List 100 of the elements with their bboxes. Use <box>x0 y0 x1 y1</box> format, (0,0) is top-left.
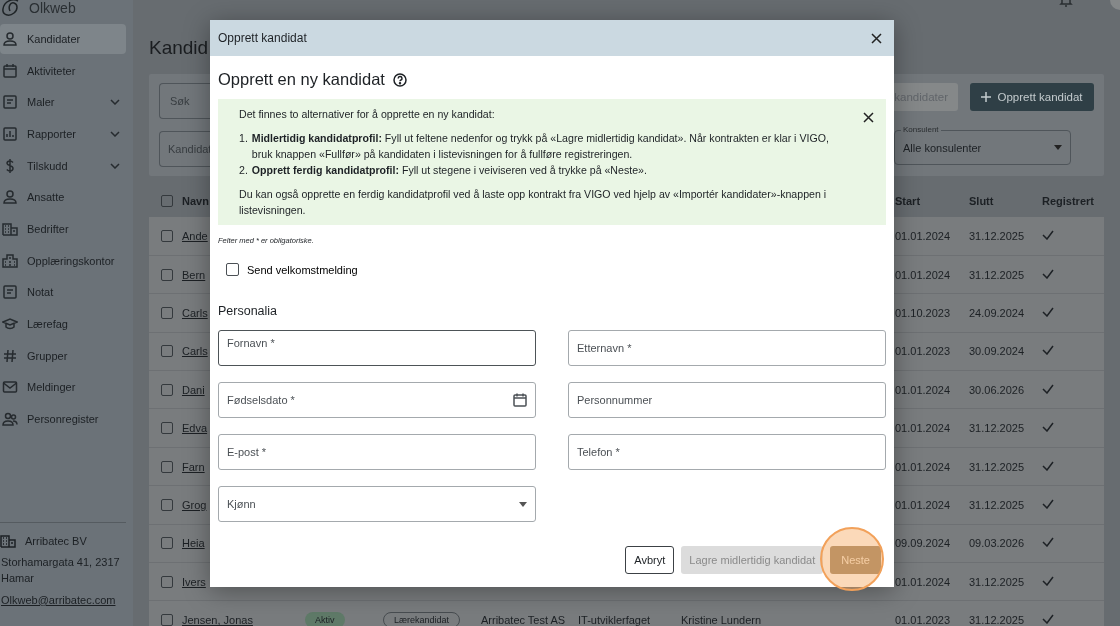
candidate-link[interactable]: Farn <box>182 460 205 473</box>
table-cell: 01.01.2024 <box>895 408 969 448</box>
company-name: Arribatec BV <box>25 534 87 547</box>
company-address: Storhamargata 41, 2317 Hamar <box>1 554 121 586</box>
dialog-heading: Opprett en ny kandidat <box>218 70 385 89</box>
row-checkbox[interactable] <box>161 422 173 435</box>
sidebar-item[interactable]: Opplæringskontor <box>0 245 126 276</box>
sidebar-item[interactable]: Kandidater <box>0 24 126 54</box>
input-field[interactable]: Telefon * <box>568 434 886 470</box>
calendar-icon[interactable] <box>513 393 527 407</box>
people-icon <box>2 411 18 428</box>
table-cell: 01.10.2023 <box>895 293 969 333</box>
candidate-link[interactable]: Heia <box>182 537 205 550</box>
sidebar-item[interactable]: Bedrifter <box>0 214 126 244</box>
building-icon <box>0 532 16 549</box>
sidebar-item[interactable]: Personregister <box>0 404 126 434</box>
sidebar-item[interactable]: Rapporter <box>0 119 126 149</box>
input-field[interactable]: Fornavn * <box>218 330 536 366</box>
candidate-link[interactable]: Grog <box>182 498 207 511</box>
candidate-link[interactable]: Bern <box>182 268 206 281</box>
chevron-down-icon <box>110 162 120 169</box>
row-checkbox[interactable] <box>161 614 173 626</box>
input-field[interactable]: Personnummer <box>568 382 886 418</box>
table-cell: 01.01.2024 <box>895 370 969 409</box>
input-field[interactable]: Etternavn * <box>568 330 886 366</box>
row-checkbox[interactable] <box>161 537 173 550</box>
candidate-link[interactable]: Edva <box>182 422 208 435</box>
row-checkbox[interactable] <box>161 498 173 511</box>
row-checkbox[interactable] <box>161 383 173 396</box>
info-text: Det finnes to alternativer for å opprette en ny kandidat: <box>239 107 496 122</box>
email-link[interactable]: Olkweb@arribatec.com <box>1 592 126 608</box>
table-cell: 09.09.2024 <box>895 524 969 563</box>
column-header: Slutt <box>969 194 994 207</box>
table-cell: 09.03.2026 <box>969 524 1042 563</box>
table-cell: 30.06.2026 <box>969 370 1042 409</box>
caret-down-icon <box>519 501 527 507</box>
table-cell: 31.12.2025 <box>969 255 1042 294</box>
table-cell: 31.12.2025 <box>969 447 1042 486</box>
header-checkbox[interactable] <box>161 194 173 207</box>
welcome-checkbox[interactable]: Send velkomstmelding <box>226 263 358 276</box>
outline-button[interactable]: Avbryt <box>625 546 675 574</box>
buildings-icon <box>2 252 18 269</box>
chevron-down-icon <box>110 99 120 106</box>
sidebar-item[interactable]: Tilskudd <box>0 150 126 181</box>
step-text: Opprett ferdig kandidatprofil: Fyll ut stegene i veiviseren ved å trykke på «Neste». <box>251 163 647 178</box>
document-icon <box>2 94 18 111</box>
calendar-icon <box>2 62 18 79</box>
bar-chart-icon <box>2 125 18 142</box>
candidate-link[interactable]: Ande <box>182 229 208 242</box>
row-checkbox[interactable] <box>161 345 173 358</box>
help-icon[interactable] <box>392 72 407 87</box>
sidebar-item[interactable]: Maler <box>0 87 126 118</box>
candidate-link[interactable]: Dani <box>182 383 205 396</box>
input-field[interactable]: Fødselsdato * <box>218 382 536 418</box>
input-field[interactable]: Kjønn <box>218 486 536 522</box>
table-cell: 01.01.2024 <box>895 217 969 256</box>
step-text: Midlertidig kandidatprofil: Fyll ut feltene nedenfor og trykk på «Lagre midlertidig kandidat». Når kontrakten er klar i VIGO, bruk knappen «Fullfør» på kandidaten i listevisningen for å fullføre registreringen. <box>251 131 830 162</box>
table-cell: 31.12.2025 <box>969 408 1042 448</box>
select-label: Konsulent <box>901 125 941 134</box>
primary-button[interactable]: Neste <box>830 546 881 574</box>
sidebar-item[interactable]: Ansatte <box>0 182 126 213</box>
column-header: Navn <box>182 194 209 207</box>
row-checkbox[interactable] <box>161 229 173 242</box>
dialog-title: Opprett kandidat <box>218 31 307 45</box>
page-title: Kandid <box>149 36 209 60</box>
table-cell: 31.12.2025 <box>969 485 1042 525</box>
table-cell: 01.01.2023 <box>895 600 969 626</box>
table-cell: 31.12.2025 <box>969 217 1042 256</box>
table-cell: 01.01.2024 <box>895 255 969 294</box>
candidate-link[interactable]: Ivers <box>182 575 206 588</box>
candidate-link[interactable]: Carls <box>182 306 208 319</box>
table-cell: 24.09.2024 <box>969 293 1042 333</box>
table-cell: 01.01.2024 <box>895 485 969 525</box>
envelope-icon <box>2 379 18 396</box>
table-cell: 01.01.2024 <box>895 447 969 486</box>
table-cell: 31.12.2025 <box>969 562 1042 601</box>
create-button[interactable]: Opprett kandidat <box>970 83 1094 111</box>
sidebar-item[interactable]: Aktiviteter <box>0 55 126 86</box>
sidebar-item[interactable]: Meldinger <box>0 372 126 403</box>
input-field[interactable]: E-post * <box>218 434 536 470</box>
person-icon <box>2 189 18 206</box>
sidebar-item[interactable]: Notat <box>0 277 126 308</box>
table-cell: 01.01.2024 <box>895 562 969 601</box>
document-icon <box>2 284 18 301</box>
close-icon <box>871 32 882 44</box>
logo-text: Olkweb <box>29 0 76 16</box>
step-number: 2. <box>239 163 248 178</box>
sidebar-item[interactable]: Lærefag <box>0 309 126 339</box>
sidebar-item[interactable]: Grupper <box>0 340 126 371</box>
step-number: 1. <box>239 131 248 146</box>
row-checkbox[interactable] <box>161 460 173 473</box>
hash-icon <box>2 347 18 364</box>
caret-down-icon <box>1054 145 1062 150</box>
row-checkbox[interactable] <box>161 575 173 588</box>
row-checkbox[interactable] <box>161 306 173 319</box>
info-text: Du kan også opprette en ferdig kandidatprofil ved å laste opp kontrakt fra VIGO ved hjelp av «Importér kandidater»-knappen i listevisningen. <box>239 187 828 218</box>
column-header: Registrert <box>1042 194 1094 207</box>
row-checkbox[interactable] <box>161 268 173 281</box>
chevron-down-icon <box>110 130 120 137</box>
candidate-link[interactable]: Carls <box>182 345 208 358</box>
